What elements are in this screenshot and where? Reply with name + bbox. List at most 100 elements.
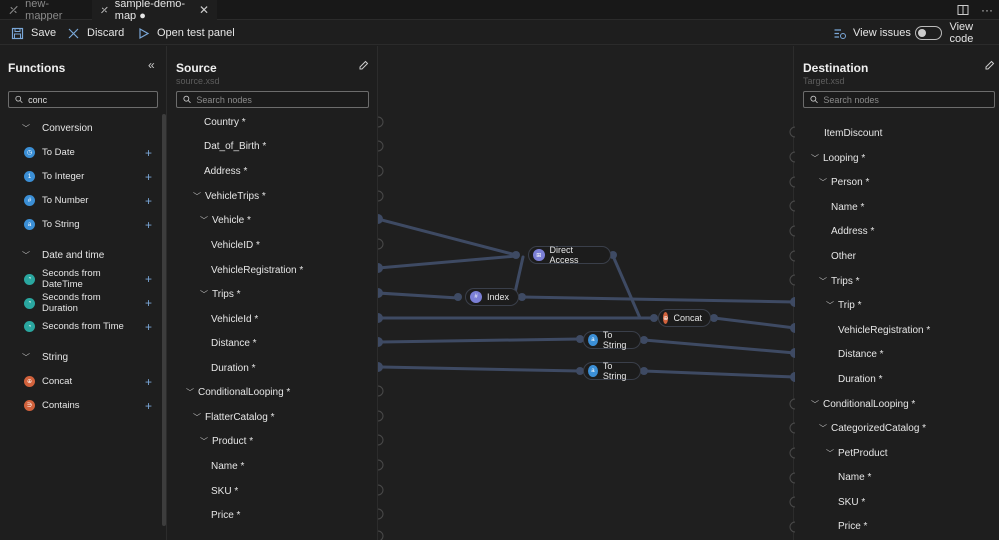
connection-handle[interactable] (378, 214, 383, 224)
scrollbar[interactable] (162, 114, 166, 526)
toggle-switch[interactable] (915, 26, 943, 40)
connection-handle[interactable] (378, 116, 384, 128)
source-node[interactable]: VehicleID * (211, 240, 260, 251)
view-issues-button[interactable]: View issues (833, 21, 911, 45)
connection-handle[interactable] (378, 337, 383, 347)
destination-node[interactable]: Address * (831, 226, 874, 237)
add-icon[interactable]: + (145, 375, 152, 389)
connection-handle[interactable] (378, 459, 384, 471)
connection-handle[interactable] (650, 314, 658, 322)
function-item[interactable]: 1 To Integer + (24, 170, 152, 184)
connection-handle[interactable] (378, 362, 383, 372)
connection-handle[interactable] (454, 293, 462, 301)
destination-node[interactable]: ItemDiscount (824, 128, 882, 139)
functions-search-field[interactable] (28, 94, 157, 105)
connection-handle[interactable] (378, 190, 384, 202)
connection-handle[interactable] (378, 165, 384, 177)
source-node[interactable]: Address * (204, 166, 247, 177)
connection-handle[interactable] (378, 313, 383, 323)
connection-handle[interactable] (378, 484, 384, 496)
connection-handle[interactable] (378, 410, 384, 422)
source-node[interactable]: Country * (204, 117, 246, 128)
function-item[interactable]: ◷ To Date + (24, 146, 152, 160)
function-item[interactable]: ◔ Seconds from DateTime + (24, 268, 152, 290)
collapse-icon[interactable]: « (148, 58, 155, 72)
functions-search-input[interactable] (8, 91, 158, 108)
destination-node[interactable]: Duration * (838, 374, 882, 385)
edit-icon[interactable] (358, 60, 369, 71)
destination-node[interactable]: ﹀ Trips * (819, 276, 860, 287)
destination-node[interactable]: ﹀ Trip * (826, 300, 862, 311)
add-icon[interactable]: + (145, 218, 152, 232)
more-actions-icon[interactable]: ··· (981, 3, 993, 17)
source-node[interactable]: Price * (211, 510, 240, 521)
source-search-field[interactable] (196, 94, 368, 105)
connection-handle[interactable] (378, 530, 384, 540)
function-item[interactable]: ◔ Seconds from Duration + (24, 292, 152, 314)
tab-new-mapper[interactable]: new-mapper (0, 0, 90, 22)
destination-node[interactable]: ﹀ PetProduct (826, 448, 887, 459)
function-node-index[interactable]: # Index (465, 288, 519, 306)
destination-node[interactable]: VehicleRegistration * (838, 325, 930, 336)
edit-icon[interactable] (984, 60, 995, 71)
function-node-to-string[interactable]: a To String (583, 330, 641, 350)
add-icon[interactable]: + (145, 146, 152, 160)
tab-sample-demo-map[interactable]: sample-demo-map ● ✕ (92, 0, 217, 22)
destination-node[interactable]: Other (831, 251, 856, 262)
source-node[interactable]: Distance * (211, 338, 257, 349)
function-item[interactable]: # To Number + (24, 194, 152, 208)
connection-handle[interactable] (710, 314, 718, 322)
connection-handle[interactable] (378, 288, 383, 298)
destination-node[interactable]: Price * (838, 521, 867, 532)
source-node[interactable]: ﹀ Trips * (200, 289, 241, 300)
split-editor-icon[interactable] (957, 4, 969, 16)
destination-node[interactable]: Name * (831, 202, 864, 213)
add-icon[interactable]: + (145, 194, 152, 208)
source-search-input[interactable] (176, 91, 369, 108)
category-conversion[interactable]: ﹀ Conversion (22, 123, 93, 134)
source-node[interactable]: Dat_of_Birth * (204, 141, 266, 152)
source-node[interactable]: Duration * (211, 363, 255, 374)
category-date-and-time[interactable]: ﹀ Date and time (22, 250, 104, 261)
connection-handle[interactable] (378, 385, 384, 397)
connection-handle[interactable] (378, 263, 383, 273)
destination-search-input[interactable] (803, 91, 995, 108)
function-item[interactable]: a To String + (24, 218, 152, 232)
function-node-to-string[interactable]: a To String (583, 361, 641, 381)
mapping-canvas[interactable]: ⊞ Direct Access # Index ⊕ Concat a To St… (377, 46, 795, 540)
source-node[interactable]: ﹀ ConditionalLooping * (186, 387, 290, 398)
connection-handle[interactable] (378, 508, 384, 520)
close-icon[interactable]: ✕ (199, 3, 209, 17)
destination-node[interactable]: ﹀ Looping * (811, 153, 865, 164)
source-node[interactable]: VehicleId * (211, 314, 258, 325)
open-test-panel-button[interactable]: Open test panel (137, 21, 235, 45)
destination-node[interactable]: Distance * (838, 349, 884, 360)
connection-handle[interactable] (378, 434, 384, 446)
discard-button[interactable]: Discard (67, 21, 124, 45)
connection-handle[interactable] (378, 140, 384, 152)
category-string[interactable]: ﹀ String (22, 352, 68, 363)
add-icon[interactable]: + (145, 399, 152, 413)
destination-node[interactable]: SKU * (838, 497, 865, 508)
function-item[interactable]: ∋ Contains + (24, 399, 152, 413)
destination-node[interactable]: ﹀ ConditionalLooping * (811, 399, 915, 410)
connection-handle[interactable] (640, 367, 648, 375)
destination-node[interactable]: ﹀ CategorizedCatalog * (819, 423, 926, 434)
add-icon[interactable]: + (145, 170, 152, 184)
function-node-direct-access[interactable]: ⊞ Direct Access (528, 245, 611, 265)
source-node[interactable]: ﹀ VehicleTrips * (193, 191, 266, 202)
view-code-toggle[interactable]: View code (915, 21, 999, 45)
add-icon[interactable]: + (145, 297, 152, 309)
source-node[interactable]: Name * (211, 461, 244, 472)
source-node[interactable]: ﹀ Vehicle * (200, 215, 251, 226)
save-button[interactable]: Save (11, 21, 56, 45)
source-node[interactable]: ﹀ FlatterCatalog * (193, 412, 274, 423)
destination-node[interactable]: Name * (838, 472, 871, 483)
source-node[interactable]: VehicleRegistration * (211, 265, 303, 276)
connection-handle[interactable] (518, 293, 526, 301)
source-node[interactable]: SKU * (211, 486, 238, 497)
add-icon[interactable]: + (145, 320, 152, 334)
source-node[interactable]: ﹀ Product * (200, 436, 253, 447)
connection-handle[interactable] (512, 251, 520, 259)
destination-node[interactable]: ﹀ Person * (819, 177, 869, 188)
